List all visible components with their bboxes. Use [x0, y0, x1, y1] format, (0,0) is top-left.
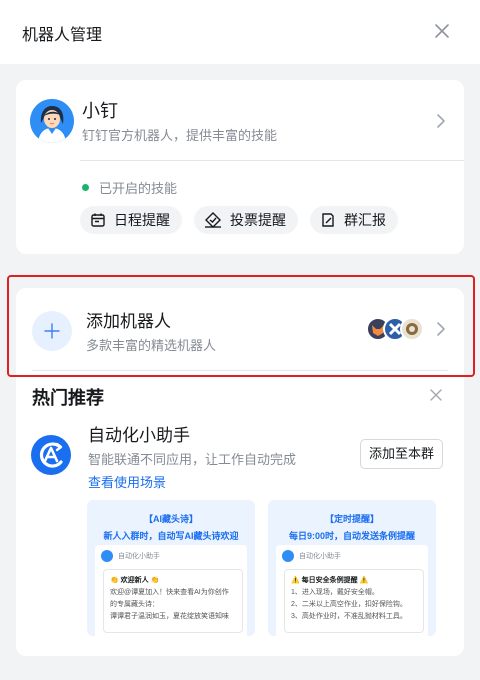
bot-avatar	[30, 99, 74, 143]
skill-chip-schedule[interactable]: 日程提醒	[80, 206, 182, 234]
skill-chips: 日程提醒 投票提醒 群汇报	[80, 206, 398, 234]
preview-message: ⚠️ 每日安全条例提醒 ⚠️ 1、进入现场，戴好安全帽。 2、二米以上高空作业，…	[284, 569, 424, 633]
skill-chip-label: 群汇报	[344, 212, 386, 228]
robot-avatar-stack	[366, 317, 426, 343]
bot-name: 小钉	[82, 101, 118, 121]
header: 机器人管理	[0, 0, 480, 64]
preview-line: ⚠️ 每日安全条例提醒 ⚠️	[291, 577, 369, 584]
preview-bot-name: 自动化小助手	[118, 553, 160, 560]
add-robot-button[interactable]	[32, 311, 72, 351]
skills-status: 已开启的技能	[82, 178, 177, 197]
preview-line: 3、高处作业时，不准乱抛材料工具。	[291, 613, 407, 620]
preview-message: 👏 欢迎新人 👏 欢迎@谭夏加入！快来查看AI为你创作 的专属藏头诗： 谭谭君子…	[103, 569, 243, 633]
add-to-group-button[interactable]: 添加至本群	[360, 439, 444, 469]
hot-section-title: 热门推荐	[32, 388, 104, 408]
skill-chip-label: 日程提醒	[114, 212, 170, 228]
plus-icon	[44, 323, 60, 339]
bot-card[interactable]: 小钉 钉钉官方机器人，提供丰富的技能 已开启的技能 日程提醒 投票提醒 群汇报	[16, 80, 464, 254]
add-robot-description: 多款丰富的精选机器人	[86, 338, 217, 353]
preview-bot: 自动化小助手	[101, 550, 160, 562]
skills-status-label: 已开启的技能	[99, 181, 178, 196]
robot-avatar-badge	[400, 317, 424, 341]
chevron-right-icon[interactable]	[436, 321, 446, 337]
preview-bot-name: 自动化小助手	[299, 553, 341, 560]
skill-chip-vote[interactable]: 投票提醒	[194, 206, 298, 234]
close-icon[interactable]	[433, 22, 451, 40]
add-robot-title[interactable]: 添加机器人	[86, 307, 171, 332]
skill-chip-label: 投票提醒	[230, 212, 286, 228]
preview-chat: 自动化小助手 👏 欢迎新人 👏 欢迎@谭夏加入！快来查看AI为你创作 的专属藏头…	[95, 545, 247, 636]
recommend-title: 自动化小助手	[88, 426, 190, 445]
scenario-preview-card[interactable]: 【定时提醒】 每日9:00时，自动发送条例提醒 自动化小助手 ⚠️ 每日安全条例…	[268, 500, 436, 636]
preview-subtitle: 新人入群时，自动写AI藏头诗欢迎	[103, 531, 239, 541]
preview-bot: 自动化小助手	[282, 550, 341, 562]
divider	[32, 370, 448, 371]
robot-store-card: 添加机器人 多款丰富的精选机器人 热门推荐 自动化小助手 智能联通不同应用，让工…	[16, 288, 464, 656]
chevron-right-icon[interactable]	[436, 113, 446, 129]
preview-tag: 【AI藏头诗】	[143, 514, 198, 524]
preview-line: 👏 欢迎新人 👏	[110, 577, 160, 584]
preview-line: 谭谭君子温润如玉，夏花绽放笑语知味	[110, 613, 229, 620]
preview-tag: 【定时提醒】	[324, 514, 379, 524]
recommend-description: 智能联通不同应用，让工作自动完成	[88, 452, 297, 467]
report-icon	[322, 213, 334, 227]
preview-subtitle: 每日9:00时，自动发送条例提醒	[288, 531, 415, 541]
bot-avatar-icon	[101, 550, 113, 562]
skill-chip-report[interactable]: 群汇报	[310, 206, 398, 234]
preview-line: 1、进入现场，戴好安全帽。	[291, 589, 379, 596]
preview-line: 2、二米以上高空作业，扣好保险钩。	[291, 601, 407, 608]
bot-description: 钉钉官方机器人，提供丰富的技能	[82, 128, 278, 143]
preview-line: 欢迎@谭夏加入！快来查看AI为你创作	[110, 589, 229, 596]
page-title: 机器人管理	[22, 27, 103, 44]
status-dot	[82, 184, 89, 191]
calendar-icon	[91, 213, 105, 227]
scenario-preview-card[interactable]: 【AI藏头诗】 新人入群时，自动写AI藏头诗欢迎 自动化小助手 👏 欢迎新人 👏…	[87, 500, 255, 636]
view-scenarios-link[interactable]: 查看使用场景	[88, 472, 166, 491]
divider	[80, 160, 464, 161]
preview-line: 的专属藏头诗：	[110, 601, 159, 608]
close-icon[interactable]	[429, 388, 443, 402]
vote-icon	[205, 212, 221, 228]
preview-chat: 自动化小助手 ⚠️ 每日安全条例提醒 ⚠️ 1、进入现场，戴好安全帽。 2、二米…	[276, 545, 428, 636]
bot-avatar-icon	[282, 550, 294, 562]
automation-icon	[31, 435, 71, 475]
